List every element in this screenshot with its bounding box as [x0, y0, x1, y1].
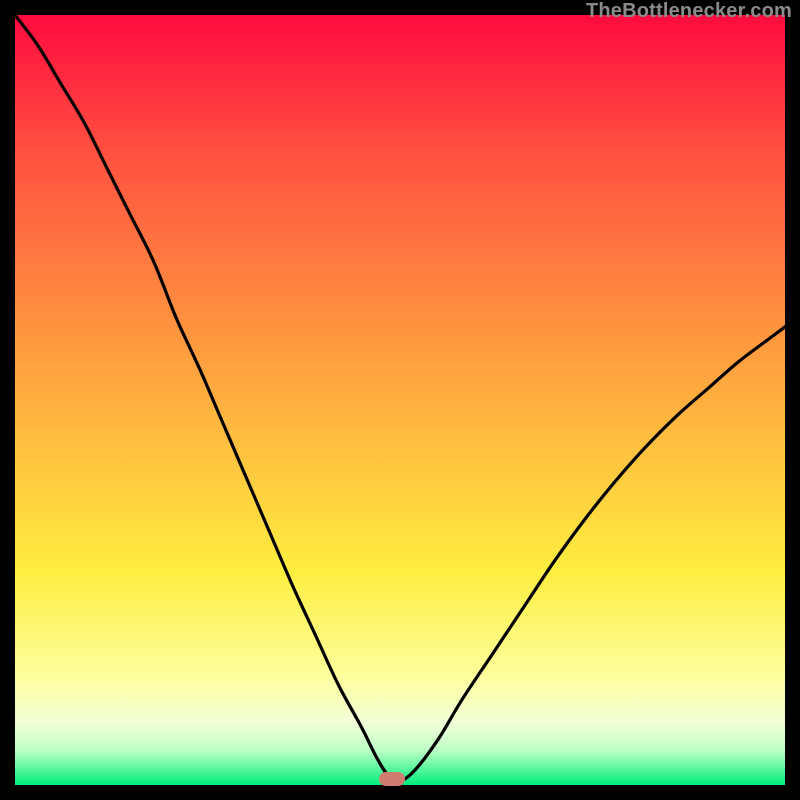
chart-frame: TheBottlenecker.com: [0, 0, 800, 800]
bottleneck-minimum-marker: [379, 772, 405, 786]
bottleneck-curve: [15, 15, 785, 785]
